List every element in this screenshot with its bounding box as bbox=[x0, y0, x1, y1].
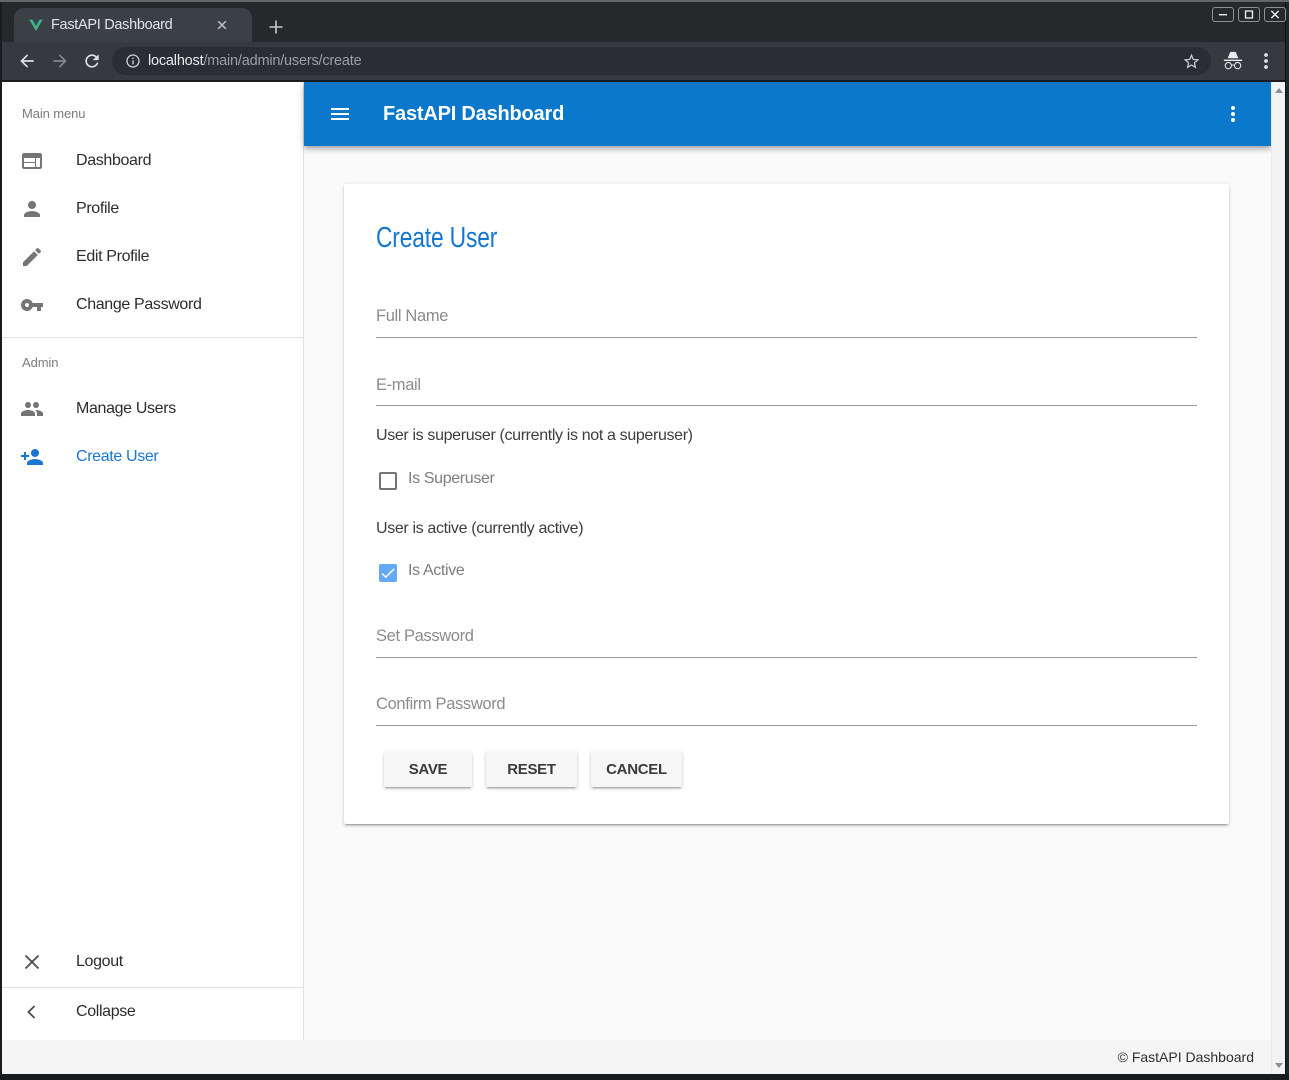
browser-tab[interactable]: FastAPI Dashboard bbox=[14, 8, 252, 42]
sidebar-item-label: Dashboard bbox=[76, 152, 151, 170]
url-path: /main/admin/users/create bbox=[203, 53, 361, 69]
sidebar-item-logout[interactable]: Logout bbox=[2, 938, 303, 986]
sidebar-item-profile[interactable]: Profile bbox=[2, 185, 303, 233]
window-maximize-button[interactable] bbox=[1238, 7, 1260, 22]
back-arrow-icon[interactable] bbox=[17, 51, 37, 71]
web-page: Main menu Dashboard Profile Edit Profile… bbox=[2, 82, 1285, 1074]
reload-icon[interactable] bbox=[82, 51, 102, 71]
sidebar-item-label: Collapse bbox=[76, 1003, 135, 1021]
bookmark-star-icon[interactable] bbox=[1182, 52, 1201, 71]
is-active-checkbox[interactable] bbox=[379, 564, 397, 582]
person-add-icon bbox=[20, 445, 44, 469]
window-close-button[interactable] bbox=[1264, 7, 1286, 22]
browser-kebab-menu-icon[interactable] bbox=[1257, 50, 1275, 72]
is-superuser-checkbox[interactable] bbox=[379, 472, 397, 490]
key-icon bbox=[20, 293, 44, 317]
sidebar-item-label: Create User bbox=[76, 448, 158, 466]
url-host: localhost bbox=[148, 53, 203, 69]
browser-tabstrip: FastAPI Dashboard bbox=[2, 2, 1285, 42]
chevron-left-icon bbox=[20, 1000, 44, 1024]
cancel-button[interactable]: CANCEL bbox=[591, 751, 682, 787]
scrollbar-up-arrow-icon[interactable] bbox=[1275, 88, 1283, 93]
window-frame-right bbox=[1285, 2, 1289, 1074]
superuser-note: User is superuser (currently is not a su… bbox=[376, 427, 693, 445]
full-name-underline bbox=[376, 337, 1197, 338]
close-icon bbox=[20, 950, 44, 974]
app-kebab-menu-icon[interactable] bbox=[1224, 102, 1242, 126]
sidebar-admin-header: Admin bbox=[22, 355, 58, 370]
hamburger-menu-icon[interactable] bbox=[328, 102, 352, 126]
people-icon bbox=[20, 397, 44, 421]
sidebar-item-create-user[interactable]: Create User bbox=[2, 433, 303, 481]
save-button[interactable]: SAVE bbox=[384, 751, 472, 787]
new-tab-plus-icon[interactable] bbox=[264, 15, 288, 39]
is-active-label[interactable]: Is Active bbox=[408, 562, 464, 580]
sidebar-divider bbox=[2, 337, 304, 338]
sidebar-item-label: Profile bbox=[76, 200, 119, 218]
page-scrollbar[interactable] bbox=[1271, 82, 1285, 1074]
is-superuser-label[interactable]: Is Superuser bbox=[408, 470, 495, 488]
app-title: FastAPI Dashboard bbox=[383, 103, 564, 126]
sidebar-item-label: Edit Profile bbox=[76, 248, 149, 266]
pencil-icon bbox=[20, 245, 44, 269]
card-title: Create User bbox=[376, 222, 497, 255]
tab-title: FastAPI Dashboard bbox=[51, 17, 214, 33]
sidebar-main-menu-header: Main menu bbox=[22, 106, 85, 121]
email-field[interactable]: E-mail bbox=[376, 376, 421, 395]
url-address-bar[interactable]: localhost/main/admin/users/create bbox=[112, 47, 1211, 75]
sidebar-navigation-drawer: Main menu Dashboard Profile Edit Profile… bbox=[2, 82, 304, 1040]
reset-button[interactable]: RESET bbox=[486, 751, 577, 787]
vue-logo-favicon bbox=[28, 17, 44, 33]
active-note: User is active (currently active) bbox=[376, 520, 583, 538]
sidebar-item-change-password[interactable]: Change Password bbox=[2, 281, 303, 329]
sidebar-item-dashboard[interactable]: Dashboard bbox=[2, 137, 303, 185]
set-password-field[interactable]: Set Password bbox=[376, 627, 474, 646]
site-info-icon[interactable] bbox=[125, 53, 141, 69]
confirm-password-underline bbox=[376, 725, 1197, 726]
email-underline bbox=[376, 405, 1197, 406]
forward-arrow-icon[interactable] bbox=[50, 51, 70, 71]
person-icon bbox=[20, 197, 44, 221]
create-user-card: Create User Full Name E-mail User is sup… bbox=[344, 184, 1229, 824]
sidebar-item-manage-users[interactable]: Manage Users bbox=[2, 385, 303, 433]
tab-close-icon[interactable] bbox=[214, 17, 230, 33]
sidebar-item-edit-profile[interactable]: Edit Profile bbox=[2, 233, 303, 281]
browser-toolbar: localhost/main/admin/users/create bbox=[2, 42, 1285, 80]
confirm-password-field[interactable]: Confirm Password bbox=[376, 695, 505, 714]
sidebar-item-label: Manage Users bbox=[76, 400, 176, 418]
footer-copyright: © FastAPI Dashboard bbox=[1118, 1049, 1254, 1065]
sidebar-item-collapse[interactable]: Collapse bbox=[2, 988, 303, 1036]
web-icon bbox=[20, 149, 44, 173]
scrollbar-down-arrow-icon[interactable] bbox=[1275, 1063, 1283, 1068]
sidebar-item-label: Change Password bbox=[76, 296, 202, 314]
url-text: localhost/main/admin/users/create bbox=[148, 53, 361, 69]
window-frame-bottom bbox=[0, 1074, 1289, 1080]
app-toolbar: FastAPI Dashboard bbox=[304, 82, 1271, 146]
page-footer: © FastAPI Dashboard bbox=[2, 1040, 1271, 1074]
incognito-icon bbox=[1222, 50, 1244, 72]
set-password-underline bbox=[376, 657, 1197, 658]
full-name-field[interactable]: Full Name bbox=[376, 307, 448, 326]
window-minimize-button[interactable] bbox=[1212, 7, 1234, 22]
sidebar-item-label: Logout bbox=[76, 953, 123, 971]
